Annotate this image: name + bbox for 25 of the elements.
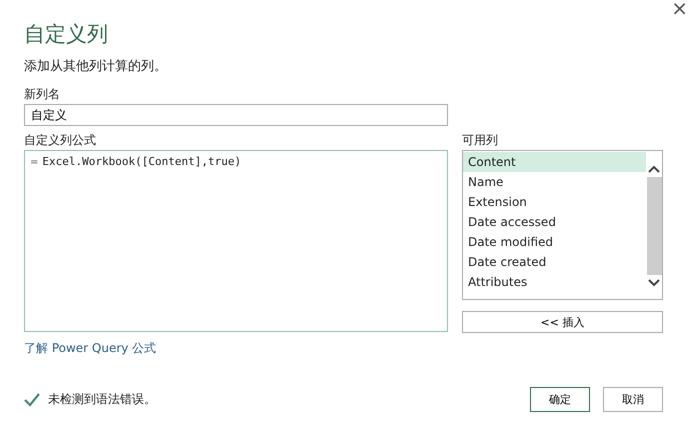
cancel-button[interactable]: 取消 xyxy=(603,387,663,412)
scroll-up-icon[interactable] xyxy=(648,165,660,173)
close-button[interactable]: × xyxy=(671,0,688,20)
column-name-field[interactable]: 自定义 xyxy=(24,104,448,126)
list-item[interactable]: Content xyxy=(463,152,646,172)
description-text: 添加从其他列计算的列。 xyxy=(24,58,168,76)
list-item[interactable]: Extension xyxy=(463,192,646,212)
formula-field[interactable]: = Excel.Workbook([Content],true) xyxy=(24,150,448,332)
ok-button[interactable]: 确定 xyxy=(530,387,590,412)
field-label: 可用列 xyxy=(462,132,499,148)
scroll-down-icon[interactable] xyxy=(648,279,660,287)
list-item[interactable]: Date accessed xyxy=(463,212,646,232)
scroll-thumb[interactable] xyxy=(646,177,662,275)
insert-button[interactable]: << 插入 xyxy=(462,311,663,333)
status-text: 未检测到语法错误。 xyxy=(48,391,156,408)
help-link[interactable]: 了解 Power Query 公式 xyxy=(24,340,156,357)
list-item[interactable]: Name xyxy=(463,172,646,192)
field-label: 新列名 xyxy=(24,86,61,102)
list-item[interactable]: Attributes xyxy=(463,272,646,292)
field-label: 自定义列公式 xyxy=(24,132,97,148)
list-item[interactable]: Date modified xyxy=(463,232,646,252)
dialog-title: 自定义列 xyxy=(24,21,109,48)
equals-sign: = xyxy=(30,157,38,168)
list-item[interactable]: Date created xyxy=(463,252,646,272)
formula-text: Excel.Workbook([Content],true) xyxy=(42,155,242,168)
